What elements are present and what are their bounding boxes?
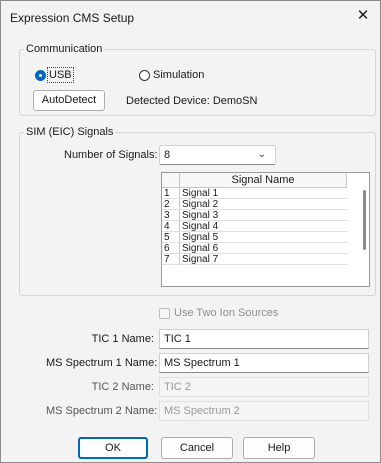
signal-name-cell[interactable]: Signal 6	[180, 243, 347, 254]
tic1-name-input[interactable]: TIC 1	[159, 329, 369, 349]
detected-device-text: Detected Device: DemoSN	[126, 95, 258, 107]
ms1-name-label: MS Spectrum 1 Name:	[46, 357, 158, 369]
close-icon[interactable]: ✕	[354, 7, 372, 25]
signal-count-label: Number of Signals:	[64, 149, 158, 161]
signal-name-header: Signal Name	[180, 173, 347, 188]
ms2-name-label: MS Spectrum 2 Name:	[46, 405, 158, 417]
two-ion-sources-label: Use Two Ion Sources	[174, 307, 279, 319]
usb-radio[interactable]: USB	[35, 67, 74, 83]
signal-name-cell[interactable]: Signal 1	[180, 188, 347, 199]
signal-name-cell[interactable]: Signal 4	[180, 221, 347, 232]
table-row[interactable]: 6 Signal 6	[162, 243, 347, 254]
table-row[interactable]: 2 Signal 2	[162, 199, 347, 210]
tic2-name-input[interactable]: TIC 2	[159, 377, 369, 397]
table-row[interactable]: 4 Signal 4	[162, 221, 347, 232]
ms1-name-value: MS Spectrum 1	[164, 357, 240, 369]
cancel-button[interactable]: Cancel	[161, 437, 233, 459]
usb-radio-indicator	[35, 69, 46, 81]
table-scrollbar[interactable]	[362, 174, 368, 274]
usb-radio-label: USB	[47, 67, 74, 83]
row-number: 4	[162, 221, 180, 232]
tic1-name-label: TIC 1 Name:	[91, 333, 154, 345]
two-ion-sources-checkbox[interactable]: Use Two Ion Sources	[159, 307, 278, 319]
signal-count-value: 8	[164, 149, 171, 161]
ok-button[interactable]: OK	[78, 437, 148, 459]
tic2-name-value: TIC 2	[164, 381, 191, 393]
setup-dialog: Expression CMS Setup ✕ Communication USB…	[0, 0, 381, 463]
title-bar[interactable]: Expression CMS Setup ✕	[1, 1, 380, 33]
signal-name-cell[interactable]: Signal 5	[180, 232, 347, 243]
simulation-radio-label: Simulation	[153, 69, 205, 81]
communication-group-label: Communication	[24, 43, 105, 55]
table-row[interactable]: 1 Signal 1	[162, 188, 347, 199]
table-row[interactable]: 5 Signal 5	[162, 232, 347, 243]
row-number: 3	[162, 210, 180, 221]
signal-table[interactable]: Signal Name 1 Signal 1 2 Signal 2 3 Sign…	[161, 172, 370, 287]
signal-count-select[interactable]: 8 ⌄	[159, 145, 276, 165]
help-button[interactable]: Help	[243, 437, 315, 459]
chevron-down-icon: ⌄	[257, 149, 266, 160]
table-corner-header	[162, 173, 180, 188]
ms1-name-input[interactable]: MS Spectrum 1	[159, 353, 369, 373]
row-number: 7	[162, 254, 180, 265]
row-number: 1	[162, 188, 180, 199]
signal-name-cell[interactable]: Signal 3	[180, 210, 347, 221]
tic1-name-value: TIC 1	[164, 333, 191, 345]
signal-name-cell[interactable]: Signal 2	[180, 199, 347, 210]
row-number: 5	[162, 232, 180, 243]
ms2-name-value: MS Spectrum 2	[164, 405, 240, 417]
autodetect-button[interactable]: AutoDetect	[33, 90, 105, 111]
checkbox-box	[159, 307, 170, 319]
table-row[interactable]: 7 Signal 7	[162, 254, 347, 265]
tic2-name-label: TIC 2 Name:	[91, 381, 154, 393]
ms2-name-input[interactable]: MS Spectrum 2	[159, 401, 369, 421]
simulation-radio[interactable]: Simulation	[139, 69, 204, 81]
row-number: 6	[162, 243, 180, 254]
table-row[interactable]: 3 Signal 3	[162, 210, 347, 221]
signals-group-label: SIM (EIC) Signals	[24, 126, 116, 138]
window-title: Expression CMS Setup	[10, 11, 135, 25]
row-number: 2	[162, 199, 180, 210]
scroll-thumb[interactable]	[363, 190, 366, 250]
simulation-radio-indicator	[139, 69, 150, 81]
signal-name-cell[interactable]: Signal 7	[180, 254, 347, 265]
